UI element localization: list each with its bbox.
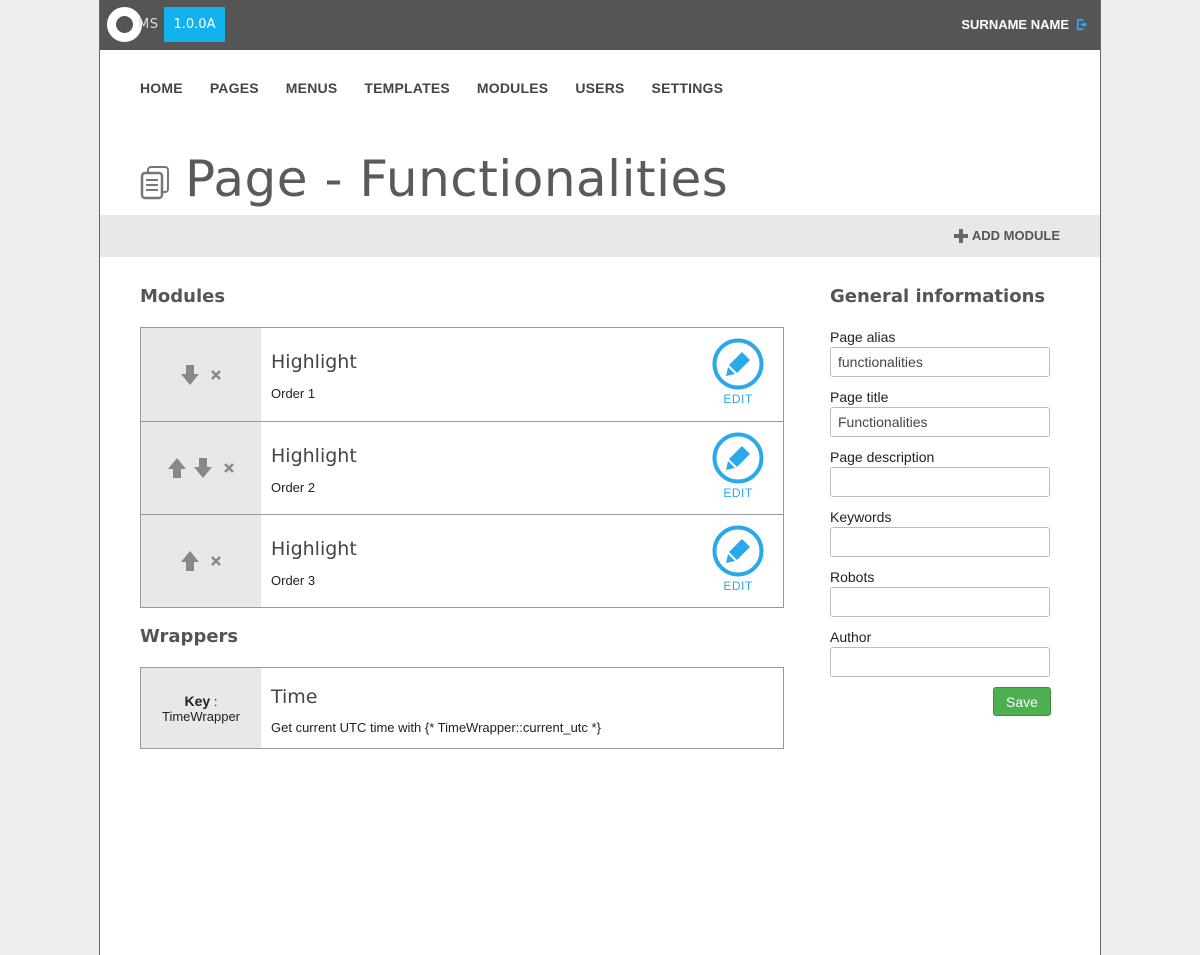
robots-input[interactable]: [830, 587, 1050, 617]
module-list: Highlight Order 1 EDIT Highlight Order 2…: [140, 327, 784, 608]
wrapper-key-label: Key: [184, 692, 211, 709]
wrapper-name: Time: [271, 686, 318, 708]
module-body: Highlight Order 1 EDIT: [261, 328, 783, 421]
module-controls: [141, 328, 261, 421]
general-section-title: General informations: [830, 286, 1046, 307]
module-controls: [141, 422, 261, 514]
keywords-input[interactable]: [830, 527, 1050, 557]
delete-icon[interactable]: [210, 369, 222, 381]
nav-settings[interactable]: SETTINGS: [652, 80, 724, 96]
add-module-button[interactable]: ADD MODULE: [953, 228, 1060, 243]
wrapper-key: Key : TimeWrapper: [141, 668, 261, 748]
page-title: Page - Functionalities: [185, 150, 729, 208]
user-name: SURNAME NAME: [961, 17, 1069, 32]
module-order: Order 2: [271, 480, 316, 495]
module-name: Highlight: [271, 445, 357, 467]
wrapper-key-value: TimeWrapper: [161, 708, 241, 724]
modules-section-title: Modules: [140, 286, 226, 307]
edit-module-button[interactable]: EDIT: [711, 432, 765, 500]
version-badge: 1.0.0A: [164, 7, 225, 42]
wrapper-row: Key : TimeWrapper Time Get current UTC t…: [140, 667, 784, 749]
page-description-input[interactable]: [830, 467, 1050, 497]
cms-logo[interactable]: MS: [107, 7, 159, 43]
wrapper-description: Get current UTC time with {* TimeWrapper…: [271, 720, 601, 735]
nav-modules[interactable]: MODULES: [477, 80, 548, 96]
page-alias-label: Page alias: [830, 329, 896, 345]
wrappers-section-title: Wrappers: [140, 626, 239, 647]
module-order: Order 1: [271, 386, 316, 401]
module-order: Order 3: [271, 573, 316, 588]
module-body: Highlight Order 3 EDIT: [261, 515, 783, 607]
page-header: Page - Functionalities: [140, 150, 728, 208]
plus-icon: [953, 228, 968, 243]
module-name: Highlight: [271, 351, 357, 373]
module-name: Highlight: [271, 538, 357, 560]
page-title-input[interactable]: [830, 407, 1050, 437]
nav-templates[interactable]: TEMPLATES: [364, 80, 450, 96]
edit-module-button[interactable]: EDIT: [711, 338, 765, 406]
delete-icon[interactable]: [223, 462, 235, 474]
pencil-icon: [712, 338, 764, 390]
page-toolbar: ADD MODULE: [100, 215, 1100, 257]
page-description-label: Page description: [830, 449, 935, 465]
general-form: Page alias Page title Page description K…: [830, 329, 1051, 689]
edit-label: EDIT: [723, 392, 753, 406]
edit-label: EDIT: [723, 486, 753, 500]
module-row: Highlight Order 2 EDIT: [141, 421, 783, 514]
logout-icon[interactable]: [1075, 17, 1090, 32]
module-row: Highlight Order 3 EDIT: [141, 514, 783, 607]
page-title-label: Page title: [830, 389, 889, 405]
edit-module-button[interactable]: EDIT: [711, 525, 765, 593]
nav-menus[interactable]: MENUS: [286, 80, 338, 96]
delete-icon[interactable]: [210, 555, 222, 567]
logo-ring-icon: [107, 7, 142, 42]
edit-label: EDIT: [723, 579, 753, 593]
module-row: Highlight Order 1 EDIT: [141, 328, 783, 421]
save-button[interactable]: Save: [993, 687, 1051, 716]
page-alias-input[interactable]: [830, 347, 1050, 377]
main-nav: HOME PAGES MENUS TEMPLATES MODULES USERS…: [140, 80, 723, 96]
pages-icon: [140, 166, 169, 200]
logo-text: MS: [138, 17, 159, 32]
move-down-icon[interactable]: [180, 364, 200, 386]
nav-users[interactable]: USERS: [575, 80, 624, 96]
author-label: Author: [830, 629, 872, 645]
wrapper-body: Time Get current UTC time with {* TimeWr…: [261, 668, 783, 748]
move-up-icon[interactable]: [180, 550, 200, 572]
nav-home[interactable]: HOME: [140, 80, 183, 96]
add-module-label: ADD MODULE: [971, 228, 1060, 243]
pencil-icon: [712, 525, 764, 577]
top-bar: MS 1.0.0A SURNAME NAME: [100, 0, 1100, 50]
nav-pages[interactable]: PAGES: [210, 80, 259, 96]
app-frame: MS 1.0.0A SURNAME NAME HOME PAGES MENUS …: [99, 0, 1101, 955]
move-down-icon[interactable]: [193, 457, 213, 479]
author-input[interactable]: [830, 647, 1050, 677]
module-controls: [141, 515, 261, 607]
keywords-label: Keywords: [830, 509, 892, 525]
pencil-icon: [712, 432, 764, 484]
move-up-icon[interactable]: [167, 457, 187, 479]
robots-label: Robots: [830, 569, 875, 585]
module-body: Highlight Order 2 EDIT: [261, 422, 783, 514]
user-menu[interactable]: SURNAME NAME: [961, 17, 1090, 32]
